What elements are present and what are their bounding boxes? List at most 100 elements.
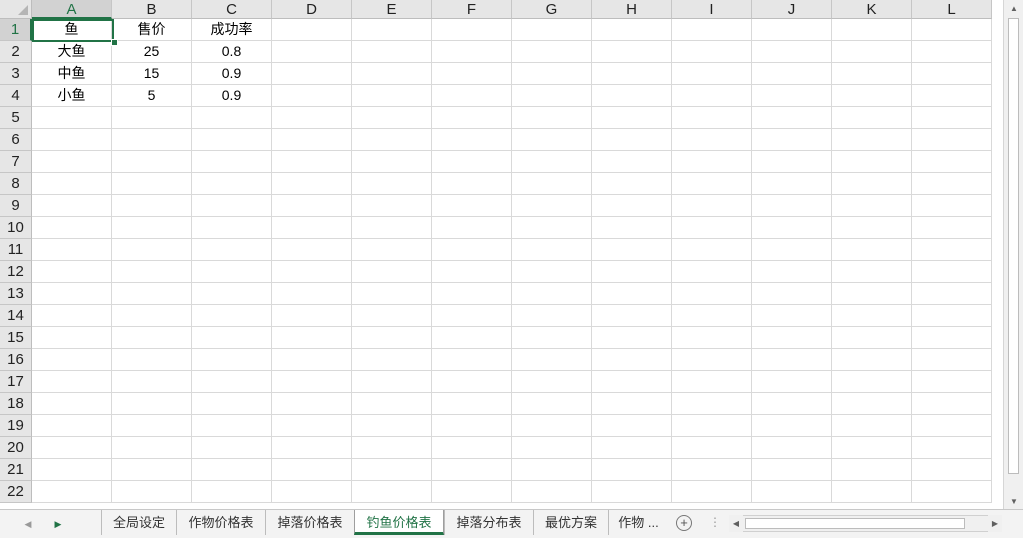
cell-d8[interactable] [272,173,352,195]
cell-a7[interactable] [32,151,112,173]
cell-c19[interactable] [192,415,272,437]
cell-j22[interactable] [752,481,832,503]
row-header-14[interactable]: 14 [0,305,32,327]
cell-a19[interactable] [32,415,112,437]
cell-c8[interactable] [192,173,272,195]
cell-d4[interactable] [272,85,352,107]
cell-l20[interactable] [912,437,992,459]
cell-l8[interactable] [912,173,992,195]
cell-f19[interactable] [432,415,512,437]
cell-d5[interactable] [272,107,352,129]
cell-a16[interactable] [32,349,112,371]
cell-h4[interactable] [592,85,672,107]
cell-f15[interactable] [432,327,512,349]
cell-i12[interactable] [672,261,752,283]
cell-c17[interactable] [192,371,272,393]
cell-a17[interactable] [32,371,112,393]
column-header-f[interactable]: F [432,0,512,19]
cell-a21[interactable] [32,459,112,481]
cell-f2[interactable] [432,41,512,63]
cell-i21[interactable] [672,459,752,481]
row-header-7[interactable]: 7 [0,151,32,173]
cell-i4[interactable] [672,85,752,107]
cell-i9[interactable] [672,195,752,217]
cell-e17[interactable] [352,371,432,393]
column-header-l[interactable]: L [912,0,992,19]
cell-k9[interactable] [832,195,912,217]
cell-c2[interactable]: 0.8 [192,41,272,63]
horizontal-scrollbar[interactable]: ◀ ▶ [729,515,1002,532]
cell-a14[interactable] [32,305,112,327]
cell-j17[interactable] [752,371,832,393]
cell-i19[interactable] [672,415,752,437]
cell-g12[interactable] [512,261,592,283]
cell-h2[interactable] [592,41,672,63]
cell-l3[interactable] [912,63,992,85]
row-header-22[interactable]: 22 [0,481,32,503]
cell-k20[interactable] [832,437,912,459]
row-header-4[interactable]: 4 [0,85,32,107]
cell-k16[interactable] [832,349,912,371]
cell-b4[interactable]: 5 [112,85,192,107]
cell-b17[interactable] [112,371,192,393]
cell-k19[interactable] [832,415,912,437]
cell-e4[interactable] [352,85,432,107]
cell-d6[interactable] [272,129,352,151]
row-header-21[interactable]: 21 [0,459,32,481]
cell-f11[interactable] [432,239,512,261]
sheet-tab-1[interactable]: 全局设定 [101,510,176,535]
cell-l15[interactable] [912,327,992,349]
cell-c22[interactable] [192,481,272,503]
cell-h15[interactable] [592,327,672,349]
cell-l2[interactable] [912,41,992,63]
cell-k14[interactable] [832,305,912,327]
cell-b22[interactable] [112,481,192,503]
cell-f3[interactable] [432,63,512,85]
cell-h22[interactable] [592,481,672,503]
cell-g13[interactable] [512,283,592,305]
cell-h11[interactable] [592,239,672,261]
cell-f20[interactable] [432,437,512,459]
cell-e10[interactable] [352,217,432,239]
sheet-tab-4[interactable]: 钓鱼价格表 [354,510,444,535]
cell-f8[interactable] [432,173,512,195]
row-header-18[interactable]: 18 [0,393,32,415]
cell-a3[interactable]: 中鱼 [32,63,112,85]
cell-a9[interactable] [32,195,112,217]
cell-k7[interactable] [832,151,912,173]
cell-b13[interactable] [112,283,192,305]
cell-a11[interactable] [32,239,112,261]
cell-i8[interactable] [672,173,752,195]
cell-i6[interactable] [672,129,752,151]
cell-e20[interactable] [352,437,432,459]
cell-i10[interactable] [672,217,752,239]
cell-k11[interactable] [832,239,912,261]
cell-g11[interactable] [512,239,592,261]
cell-j6[interactable] [752,129,832,151]
cell-f9[interactable] [432,195,512,217]
cell-b5[interactable] [112,107,192,129]
cell-c7[interactable] [192,151,272,173]
cell-j5[interactable] [752,107,832,129]
cell-g22[interactable] [512,481,592,503]
cell-k5[interactable] [832,107,912,129]
cell-l11[interactable] [912,239,992,261]
cell-i14[interactable] [672,305,752,327]
cell-f14[interactable] [432,305,512,327]
cell-i11[interactable] [672,239,752,261]
cell-l6[interactable] [912,129,992,151]
cell-b10[interactable] [112,217,192,239]
cell-j14[interactable] [752,305,832,327]
cell-g21[interactable] [512,459,592,481]
cell-d1[interactable] [272,19,352,41]
cell-h19[interactable] [592,415,672,437]
cell-i17[interactable] [672,371,752,393]
cell-l5[interactable] [912,107,992,129]
cell-g10[interactable] [512,217,592,239]
cell-e11[interactable] [352,239,432,261]
cell-k6[interactable] [832,129,912,151]
cell-a8[interactable] [32,173,112,195]
cell-a1[interactable]: 鱼 [32,19,112,41]
cell-e19[interactable] [352,415,432,437]
cell-b20[interactable] [112,437,192,459]
